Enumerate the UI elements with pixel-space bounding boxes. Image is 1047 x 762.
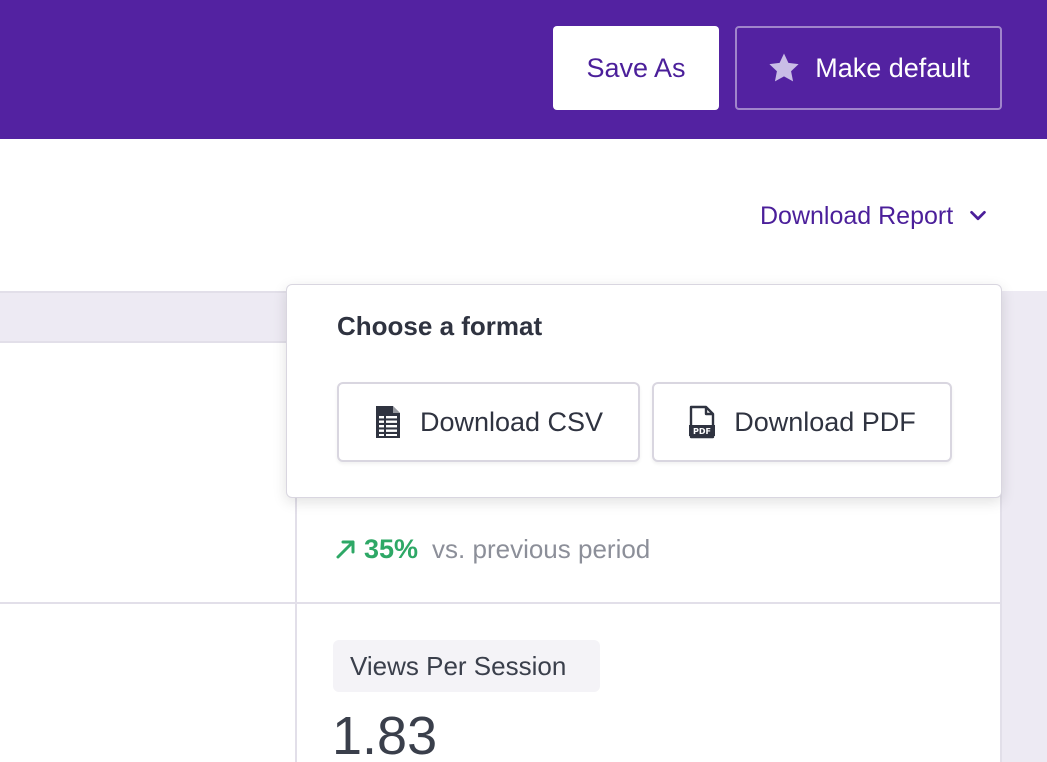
trend-percent: 35% bbox=[364, 533, 419, 564]
pdf-file-icon: PDF bbox=[688, 405, 716, 439]
arrow-up-right-icon bbox=[334, 537, 364, 561]
pdf-icon-text: PDF bbox=[693, 427, 711, 436]
metric-label-text: Views Per Session bbox=[350, 650, 567, 681]
save-as-button[interactable]: Save As bbox=[553, 26, 719, 110]
right-gutter bbox=[1000, 291, 1047, 762]
make-default-button[interactable]: Make default bbox=[735, 26, 1002, 110]
download-csv-button[interactable]: Download CSV bbox=[337, 382, 640, 462]
row-divider bbox=[0, 602, 1000, 604]
popover-title: Choose a format bbox=[337, 311, 543, 341]
download-pdf-button[interactable]: PDF Download PDF bbox=[652, 382, 952, 462]
views-per-session-label: Views Per Session bbox=[333, 640, 600, 692]
format-menu-popover: Choose a format Download CSV PDF Downloa… bbox=[286, 284, 1002, 498]
save-as-label: Save As bbox=[586, 52, 686, 83]
chevron-down-icon bbox=[967, 205, 989, 227]
download-csv-label: Download CSV bbox=[419, 406, 604, 437]
views-per-session-value: 1.83 bbox=[332, 706, 438, 762]
trend-comparison-text: vs. previous period bbox=[432, 533, 651, 564]
star-icon bbox=[767, 51, 801, 85]
download-report-label: Download Report bbox=[760, 201, 954, 230]
download-report-dropdown[interactable]: Download Report bbox=[760, 198, 989, 234]
spreadsheet-file-icon bbox=[374, 405, 402, 439]
download-pdf-label: Download PDF bbox=[734, 406, 916, 437]
make-default-label: Make default bbox=[815, 52, 970, 83]
top-header: Save As Make default bbox=[0, 0, 1047, 139]
trend-indicator: 35% vs. previous period bbox=[334, 530, 650, 568]
